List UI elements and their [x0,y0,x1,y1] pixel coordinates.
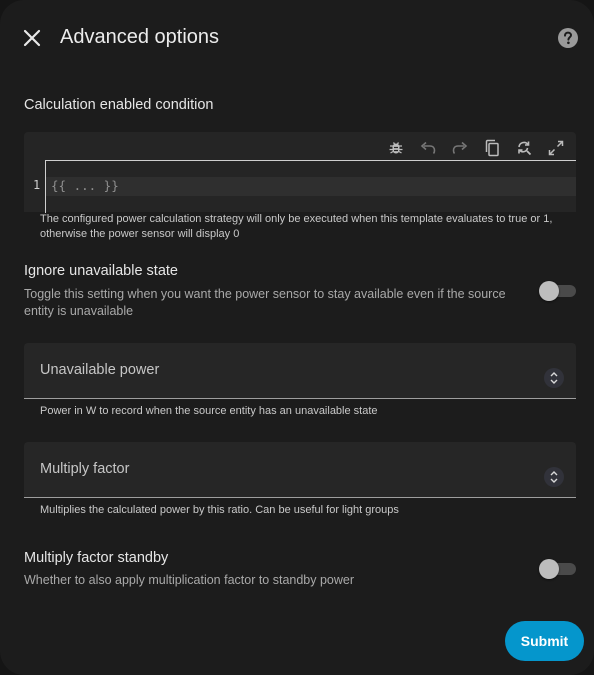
line-number: 1 [33,178,41,192]
undo-button[interactable] [416,136,440,160]
ignore-unavailable-toggle[interactable] [539,281,576,301]
ignore-unavailable-label: Ignore unavailable state [24,263,178,279]
close-button[interactable] [18,24,46,52]
dialog-title: Advanced options [60,26,220,48]
multiply-factor-label: Multiply factor [40,461,130,477]
multiply-factor-standby-toggle[interactable] [539,559,576,579]
multiply-factor-standby-description: Whether to also apply multiplication fac… [24,573,355,587]
toggle-knob [539,559,559,579]
redo-icon [452,141,468,155]
bug-icon [389,142,403,154]
multiply-factor-field[interactable]: Multiply factor [24,442,576,498]
undo-icon [420,141,436,155]
ignore-unavailable-description: Toggle this setting when you want the po… [24,287,506,318]
unavailable-power-stepper[interactable] [544,368,564,388]
chevron-up-down-icon [550,471,558,483]
unavailable-power-label: Unavailable power [40,362,160,378]
submit-button[interactable]: Submit [505,621,584,661]
active-line-highlight [46,177,576,196]
dialog-header: Advanced options [0,0,594,76]
help-circle-icon [558,28,578,48]
calculation-helper-text: The configured power calculation strateg… [40,213,553,240]
fullscreen-icon [548,140,564,156]
advanced-options-dialog: Advanced options Calculation enabled con… [0,0,594,675]
unavailable-power-field[interactable]: Unavailable power [24,343,576,399]
unavailable-power-helper: Power in W to record when the source ent… [40,405,378,417]
multiply-factor-standby-label: Multiply factor standby [24,550,169,566]
template-code[interactable]: {{ ... }} [51,178,119,193]
search-replace-button[interactable] [512,136,536,160]
multiply-factor-helper: Multiplies the calculated power by this … [40,504,399,516]
help-button[interactable] [557,27,579,49]
toggle-knob [539,281,559,301]
copy-button[interactable] [480,136,504,160]
search-replace-icon [518,141,532,156]
bug-button[interactable] [384,136,408,160]
calculation-condition-label: Calculation enabled condition [24,97,214,113]
redo-button[interactable] [448,136,472,160]
fullscreen-button[interactable] [544,136,568,160]
template-code-editor[interactable]: 1 {{ ... }} [24,132,576,213]
editor-toolbar [384,136,568,160]
close-icon [23,29,41,47]
chevron-up-down-icon [550,372,558,384]
multiply-factor-stepper[interactable] [544,467,564,487]
copy-icon [485,139,499,157]
